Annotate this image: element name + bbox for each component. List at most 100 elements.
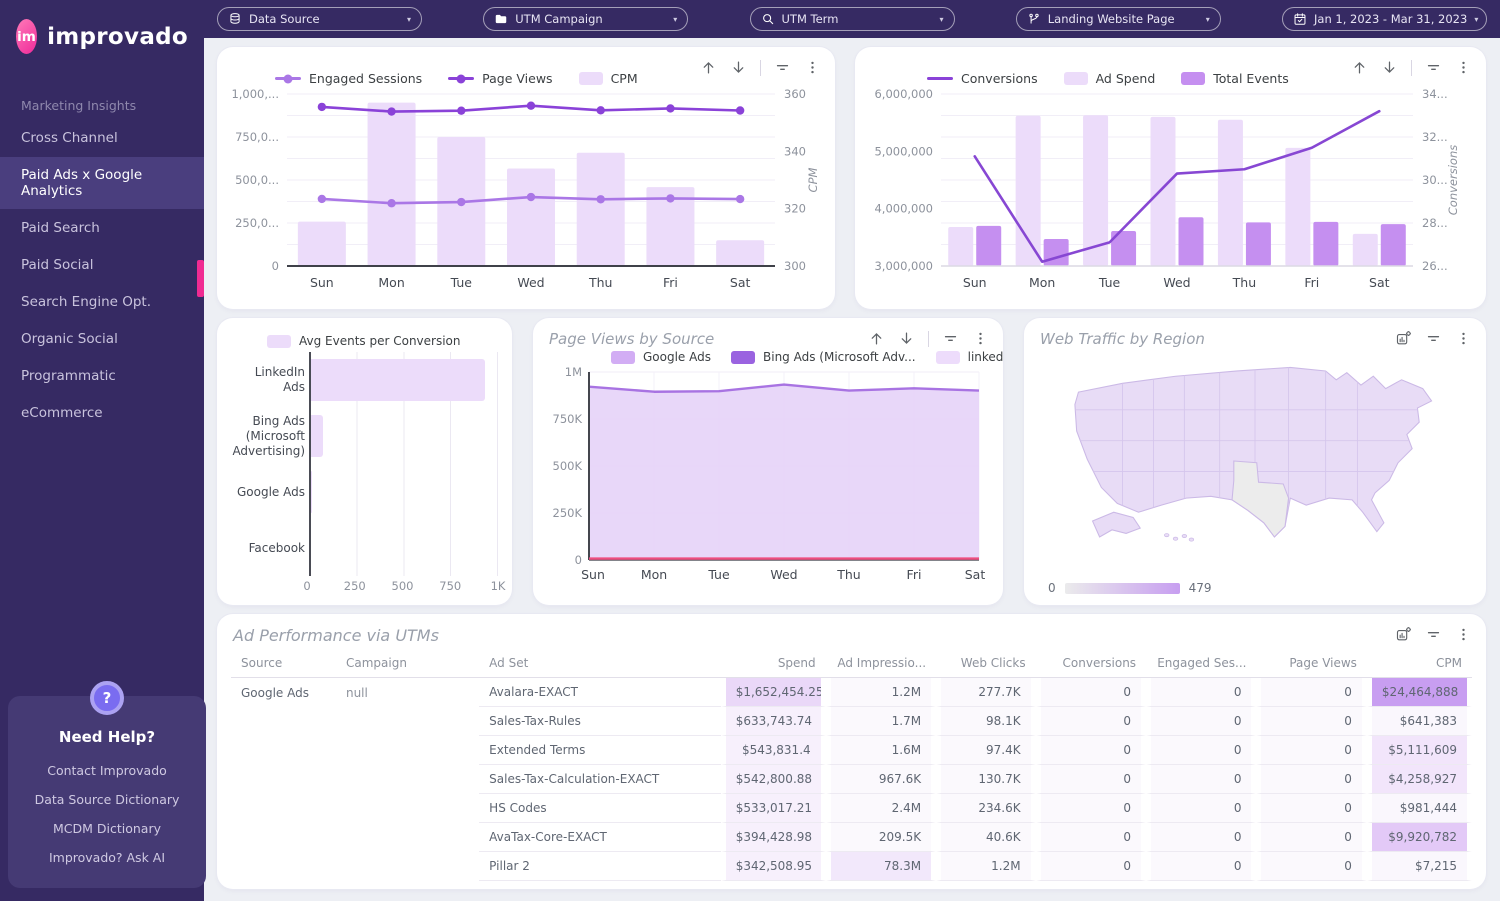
filter-utm-term[interactable]: UTM Term▾ <box>750 7 955 31</box>
filter-landing-website-page[interactable]: Landing Website Page▾ <box>1016 7 1221 31</box>
sidebar-item-ecommerce[interactable]: eCommerce <box>0 395 204 431</box>
arrow-down-icon[interactable] <box>898 330 915 347</box>
kebab-menu-icon[interactable] <box>1455 626 1472 643</box>
column-header-engaged[interactable]: Engaged Ses... <box>1146 651 1256 678</box>
sidebar-item-paid-social[interactable]: Paid Social <box>0 247 204 283</box>
sidebar-scroll-indicator[interactable] <box>197 260 204 297</box>
kebab-menu-icon[interactable] <box>1455 59 1472 76</box>
axis-tick-label: 250 <box>344 579 366 593</box>
help-link-mcdm-dictionary[interactable]: MCDM Dictionary <box>16 814 198 843</box>
table-title: Ad Performance via UTMs <box>231 624 1472 651</box>
cell-cpm: $981,444 <box>1367 794 1472 823</box>
column-header-conversions[interactable]: Conversions <box>1036 651 1146 678</box>
legend-item-conversions[interactable]: Conversions <box>927 71 1038 86</box>
legend-item-bing-ads-microsoft-adv-[interactable]: Bing Ads (Microsoft Adv... <box>731 350 916 364</box>
hbar-row: Facebook <box>231 520 498 576</box>
arrow-down-icon[interactable] <box>1381 59 1398 76</box>
cell-source <box>231 794 336 823</box>
arrow-up-icon[interactable] <box>700 59 717 76</box>
svg-text:Thu: Thu <box>836 567 860 582</box>
column-header-ad_set[interactable]: Ad Set <box>479 651 721 678</box>
sessions-pageviews-cpm-chart: 1,000,...750,0...500,0...250,0...0360340… <box>231 88 821 292</box>
legend-label: linkedin <box>968 350 1003 364</box>
help-links: Contact ImprovadoData Source DictionaryM… <box>16 756 198 872</box>
card-ad-performance-table: Ad Performance via UTMs SourceCampaignAd… <box>217 614 1486 889</box>
legend-label: Total Events <box>1213 71 1289 86</box>
sidebar-item-organic-social[interactable]: Organic Social <box>0 321 204 357</box>
legend-item-cpm[interactable]: CPM <box>579 71 638 86</box>
table-row: HS Codes$533,017.212.4M234.6K000$981,444 <box>231 794 1472 823</box>
column-header-impressions[interactable]: Ad Impressio... <box>826 651 936 678</box>
svg-text:4,000,000: 4,000,000 <box>874 202 933 216</box>
filter-icon[interactable] <box>1425 626 1442 643</box>
table-row: AvaTax-Core-EXACT$394,428.98209.5K40.6K0… <box>231 823 1472 852</box>
help-link-improvado-ask-ai[interactable]: Improvado? Ask AI <box>16 843 198 872</box>
column-header-spend[interactable]: Spend <box>721 651 826 678</box>
arrow-up-icon[interactable] <box>868 330 885 347</box>
legend-swatch <box>731 351 755 364</box>
cell-campaign <box>336 794 479 823</box>
svg-text:750K: 750K <box>553 412 583 426</box>
legend-item-avg-events-per-conversion[interactable]: Avg Events per Conversion <box>267 334 461 348</box>
svg-text:750,0...: 750,0... <box>235 130 279 144</box>
filter-data-source[interactable]: Data Source▾ <box>217 7 422 31</box>
help-link-data-source-dictionary[interactable]: Data Source Dictionary <box>16 785 198 814</box>
filter-icon[interactable] <box>1425 59 1442 76</box>
cell-source: Google Ads <box>231 678 336 707</box>
table-row: Sales-Tax-Calculation-EXACT$542,800.8896… <box>231 765 1472 794</box>
filter-utm-campaign[interactable]: UTM Campaign▾ <box>483 7 688 31</box>
chevron-down-icon: ▾ <box>673 15 677 24</box>
filter-bar: Data Source▾ UTM Campaign▾ UTM Term▾ Landin… <box>204 0 1500 38</box>
column-header-clicks[interactable]: Web Clicks <box>936 651 1036 678</box>
legend-item-ad-spend[interactable]: Ad Spend <box>1064 71 1156 86</box>
arrow-up-icon[interactable] <box>1351 59 1368 76</box>
help-link-contact-improvado[interactable]: Contact Improvado <box>16 756 198 785</box>
svg-text:3,000,000: 3,000,000 <box>874 259 933 273</box>
arrow-down-icon[interactable] <box>730 59 747 76</box>
legend-swatch <box>927 77 953 80</box>
filter-date-range[interactable]: Jan 1, 2023 - Mar 31, 2023▾ <box>1282 7 1487 31</box>
svg-text:Wed: Wed <box>770 567 797 582</box>
sidebar-item-cross-channel[interactable]: Cross Channel <box>0 120 204 156</box>
svg-text:30...: 30... <box>1422 173 1448 187</box>
map-color-scale: 0 479 <box>1048 581 1212 595</box>
cell-conversions: 0 <box>1036 765 1146 794</box>
filter-icon[interactable] <box>942 330 959 347</box>
column-header-cpm[interactable]: CPM <box>1367 651 1472 678</box>
cell-page_views: 0 <box>1256 736 1366 765</box>
legend-item-google-ads[interactable]: Google Ads <box>611 350 711 364</box>
kebab-menu-icon[interactable] <box>1455 330 1472 347</box>
column-header-campaign[interactable]: Campaign <box>336 651 479 678</box>
cell-cpm: $5,111,609 <box>1367 736 1472 765</box>
branch-icon <box>1027 12 1041 26</box>
improvado-logo[interactable]: im improvado <box>0 0 204 54</box>
sidebar-item-paid-search[interactable]: Paid Search <box>0 210 204 246</box>
sidebar-item-programmatic[interactable]: Programmatic <box>0 358 204 394</box>
cell-campaign <box>336 765 479 794</box>
svg-text:Tue: Tue <box>707 567 730 582</box>
ad-performance-table: SourceCampaignAd SetSpendAd Impressio...… <box>231 651 1472 881</box>
sidebar-item-paid-ads-x-google-analytics[interactable]: Paid Ads x Google Analytics <box>0 157 204 209</box>
help-question-icon[interactable]: ? <box>90 681 124 715</box>
chevron-down-icon: ▾ <box>407 15 411 24</box>
axis-tick-label: 500 <box>392 579 414 593</box>
chart-settings-icon[interactable] <box>1395 330 1412 347</box>
legend-item-engaged-sessions[interactable]: Engaged Sessions <box>275 71 422 86</box>
filter-icon[interactable] <box>774 59 791 76</box>
kebab-menu-icon[interactable] <box>804 59 821 76</box>
chevron-down-icon: ▾ <box>1206 15 1210 24</box>
filter-label: Jan 1, 2023 - Mar 31, 2023 <box>1314 12 1467 26</box>
cell-conversions: 0 <box>1036 736 1146 765</box>
column-header-page_views[interactable]: Page Views <box>1256 651 1366 678</box>
legend-item-total-events[interactable]: Total Events <box>1181 71 1289 86</box>
legend-label: Ad Spend <box>1096 71 1156 86</box>
column-header-source[interactable]: Source <box>231 651 336 678</box>
svg-text:1,000,...: 1,000,... <box>231 88 279 101</box>
legend-label: Conversions <box>961 71 1038 86</box>
legend-item-page-views[interactable]: Page Views <box>448 71 552 86</box>
chart-settings-icon[interactable] <box>1395 626 1412 643</box>
filter-icon[interactable] <box>1425 330 1442 347</box>
legend-item-linkedin[interactable]: linkedin <box>936 350 1003 364</box>
sidebar-item-search-engine-opt-[interactable]: Search Engine Opt. <box>0 284 204 320</box>
kebab-menu-icon[interactable] <box>972 330 989 347</box>
